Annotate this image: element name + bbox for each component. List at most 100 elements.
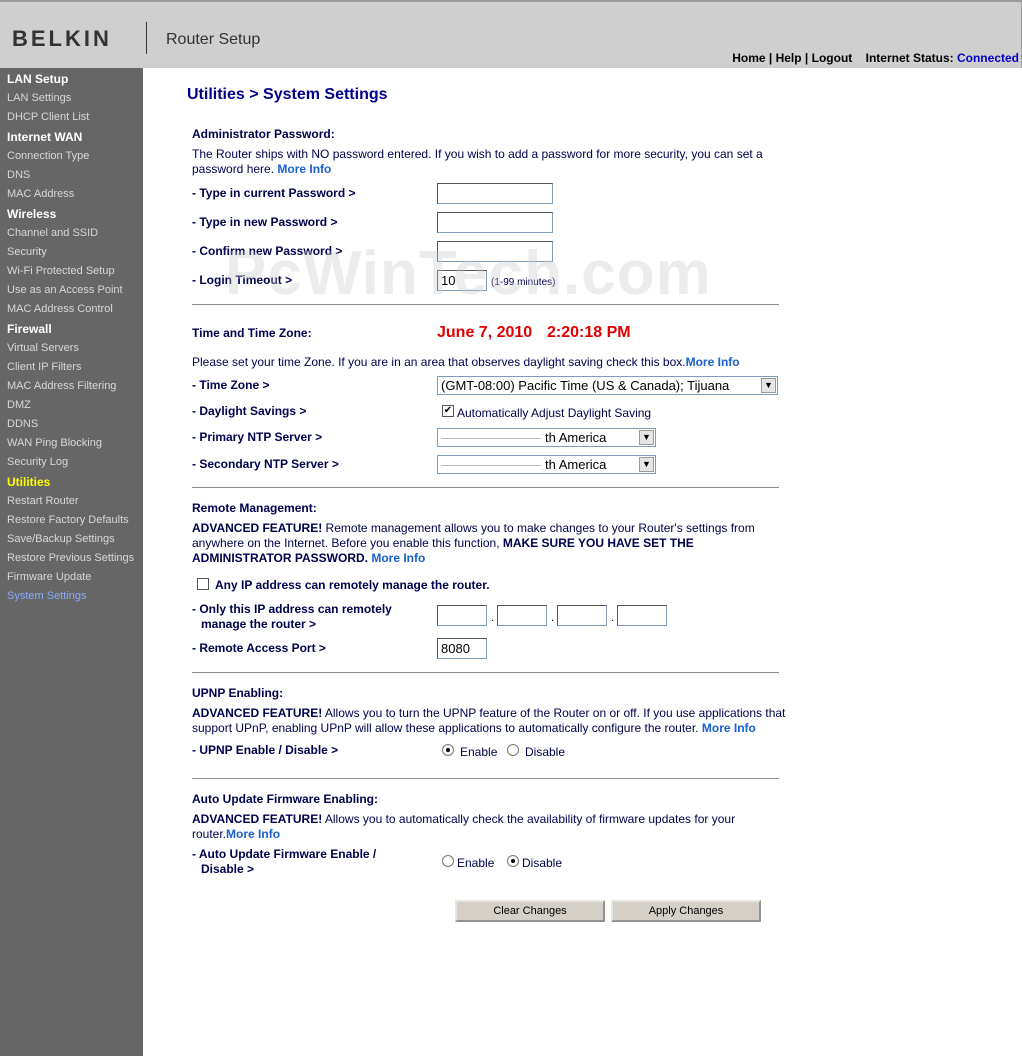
upnp-more-info-link[interactable]: More Info <box>702 721 756 735</box>
admin-password-desc: The Router ships with NO password entere… <box>192 147 792 177</box>
ntp-blur-mark <box>441 438 541 440</box>
remote-more-info-link[interactable]: More Info <box>371 551 425 565</box>
logout-link[interactable]: Logout <box>812 51 853 65</box>
help-link[interactable]: Help <box>776 51 802 65</box>
remote-advanced-feature: ADVANCED FEATURE! <box>192 521 323 535</box>
secondary-ntp-value: th America <box>545 457 607 472</box>
nav-item-firmware-update[interactable]: Firmware Update <box>7 571 91 583</box>
nav-item-connection-type[interactable]: Connection Type <box>7 150 89 162</box>
nav-item-dhcp-client-list[interactable]: DHCP Client List <box>7 111 89 123</box>
auto-update-desc: ADVANCED FEATURE! Allows you to automati… <box>192 812 792 842</box>
nav-item-restart-router[interactable]: Restart Router <box>7 495 79 507</box>
time-more-info-link[interactable]: More Info <box>686 355 740 369</box>
chevron-down-icon: ▼ <box>761 378 776 393</box>
current-password-input[interactable] <box>437 183 553 204</box>
nav-item-lan-settings[interactable]: LAN Settings <box>7 92 71 104</box>
divider-4 <box>192 778 779 779</box>
upnp-desc-line1: Allows you to turn the UPNP feature of t… <box>322 706 786 720</box>
any-ip-label: Any IP address can remotely manage the r… <box>215 578 490 592</box>
auto-update-label-line2: Disable > <box>201 862 255 876</box>
ip-octet-4-input[interactable] <box>617 605 667 626</box>
auto-update-heading: Auto Update Firmware Enabling: <box>192 792 379 806</box>
nav-item-restore-previous[interactable]: Restore Previous Settings <box>7 552 134 564</box>
nav-item-system-settings[interactable]: System Settings <box>7 590 86 602</box>
secondary-ntp-select[interactable]: th America ▼ <box>437 455 656 474</box>
nav-item-access-point[interactable]: Use as an Access Point <box>7 284 123 296</box>
remote-desc-line2: anywhere on the Internet. Before you ena… <box>192 536 503 550</box>
any-ip-checkbox[interactable] <box>197 578 209 590</box>
auto-update-toggle-label: - Auto Update Firmware Enable / Disable … <box>192 847 376 877</box>
belkin-logo: BELKIN <box>12 26 112 51</box>
current-date: June 7, 2010 <box>437 324 533 341</box>
only-ip-label: - Only this IP address can remotely mana… <box>192 602 392 632</box>
home-link[interactable]: Home <box>732 51 765 65</box>
apply-changes-button[interactable]: Apply Changes <box>611 900 761 922</box>
divider-3 <box>192 672 779 673</box>
upnp-enable-radio[interactable] <box>442 744 454 756</box>
ip-dot: . <box>551 612 555 624</box>
upnp-desc: ADVANCED FEATURE! Allows you to turn the… <box>192 706 792 736</box>
nav-item-client-ip-filters[interactable]: Client IP Filters <box>7 361 81 373</box>
admin-desc-line1: The Router ships with NO password entere… <box>192 147 763 161</box>
divider-1 <box>192 304 779 305</box>
remote-management-desc: ADVANCED FEATURE! Remote management allo… <box>192 521 792 566</box>
upnp-desc-line2: support UPnP, enabling UPnP will allow t… <box>192 721 699 735</box>
nav-heading-wireless[interactable]: Wireless <box>7 207 56 221</box>
new-password-input[interactable] <box>437 212 553 233</box>
daylight-savings-checkbox[interactable]: ✔ <box>442 405 454 417</box>
confirm-password-input[interactable] <box>437 241 553 262</box>
upnp-advanced-feature: ADVANCED FEATURE! <box>192 706 323 720</box>
admin-more-info-link[interactable]: More Info <box>277 162 331 176</box>
nav-item-dns[interactable]: DNS <box>7 169 30 181</box>
nav-item-ddns[interactable]: DDNS <box>7 418 38 430</box>
auto-update-enable-radio[interactable] <box>442 855 454 867</box>
ip-octet-3-input[interactable] <box>557 605 607 626</box>
auto-update-disable-radio[interactable] <box>507 855 519 867</box>
nav-item-wan-ping-blocking[interactable]: WAN Ping Blocking <box>7 437 102 449</box>
nav-item-mac-filtering[interactable]: MAC Address Filtering <box>7 380 116 392</box>
nav-item-save-backup[interactable]: Save/Backup Settings <box>7 533 115 545</box>
upnp-heading: UPNP Enabling: <box>192 686 284 700</box>
nav-heading-lan-setup[interactable]: LAN Setup <box>7 72 68 86</box>
primary-ntp-select[interactable]: th America ▼ <box>437 428 656 447</box>
ip-octet-2-input[interactable] <box>497 605 547 626</box>
nav-item-virtual-servers[interactable]: Virtual Servers <box>7 342 79 354</box>
top-links: Home | Help | Logout Internet Status: Co… <box>732 51 1019 65</box>
product-title: Router Setup <box>166 31 261 48</box>
time-zone-select[interactable]: (GMT-08:00) Pacific Time (US & Canada); … <box>437 376 778 395</box>
nav-item-mac-control[interactable]: MAC Address Control <box>7 303 113 315</box>
nav-item-restore-defaults[interactable]: Restore Factory Defaults <box>7 514 129 526</box>
login-timeout-input[interactable] <box>437 270 487 291</box>
time-zone-heading: Time and Time Zone: <box>192 326 312 340</box>
upnp-disable-radio[interactable] <box>507 744 519 756</box>
primary-ntp-value: th America <box>545 430 607 445</box>
remote-port-input[interactable] <box>437 638 487 659</box>
login-timeout-hint: (1-99 minutes) <box>491 277 556 288</box>
primary-ntp-label: - Primary NTP Server > <box>192 430 323 444</box>
nav-heading-firewall[interactable]: Firewall <box>7 322 52 336</box>
clear-changes-button[interactable]: Clear Changes <box>455 900 605 922</box>
upnp-toggle-label: - UPNP Enable / Disable > <box>192 743 339 757</box>
auto-update-more-info-link[interactable]: More Info <box>226 827 280 841</box>
admin-desc-line2: password here. <box>192 162 275 176</box>
ip-octet-1-input[interactable] <box>437 605 487 626</box>
new-password-label: - Type in new Password > <box>192 215 338 229</box>
auto-update-desc-line1: Allows you to automatically check the av… <box>322 812 736 826</box>
nav-item-security[interactable]: Security <box>7 246 47 258</box>
nav-item-dmz[interactable]: DMZ <box>7 399 31 411</box>
auto-update-enable-label: Enable <box>457 856 495 870</box>
nav-item-security-log[interactable]: Security Log <box>7 456 68 468</box>
login-timeout-label: - Login Timeout > <box>192 273 293 287</box>
nav-heading-internet-wan[interactable]: Internet WAN <box>7 130 82 144</box>
remote-management-heading: Remote Management: <box>192 501 317 515</box>
nav-item-mac-address[interactable]: MAC Address <box>7 188 74 200</box>
nav-heading-utilities[interactable]: Utilities <box>7 475 50 489</box>
internet-status-label: Internet Status: <box>865 51 954 65</box>
chevron-down-icon: ▼ <box>639 430 654 445</box>
upnp-disable-label: Disable <box>525 745 566 759</box>
time-desc-text: Please set your time Zone. If you are in… <box>192 355 686 369</box>
nav-item-wps[interactable]: Wi-Fi Protected Setup <box>7 265 115 277</box>
time-desc: Please set your time Zone. If you are in… <box>192 355 792 370</box>
nav-item-channel-ssid[interactable]: Channel and SSID <box>7 227 98 239</box>
time-zone-label: - Time Zone > <box>192 378 270 392</box>
